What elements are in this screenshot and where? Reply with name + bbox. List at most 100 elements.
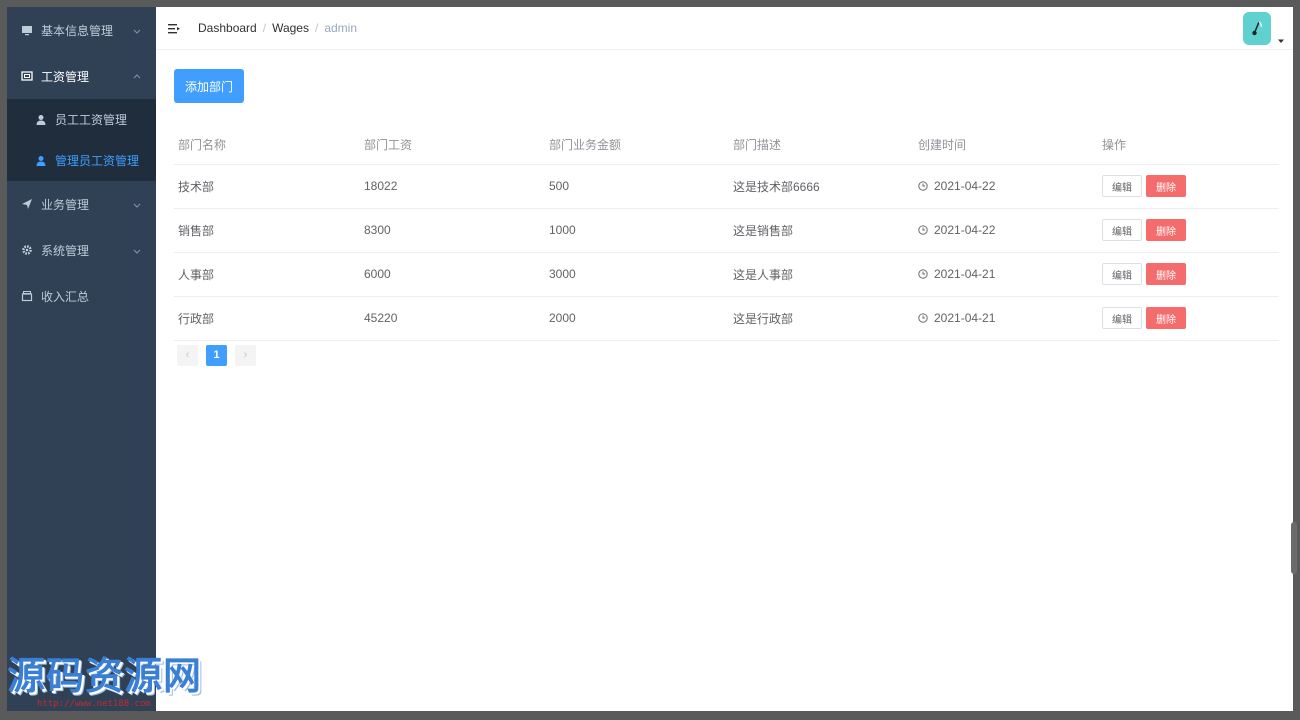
navbar: Dashboard / Wages / admin [156, 7, 1293, 50]
column-header: 部门业务金额 [545, 125, 729, 165]
sidebar-item-label: 业务管理 [41, 197, 90, 212]
clock-icon [918, 224, 928, 235]
prev-page-button[interactable]: ‹ [177, 344, 198, 366]
breadcrumb-wages[interactable]: Wages [272, 21, 309, 35]
sidebar-item-business[interactable]: 业务管理 [7, 181, 156, 227]
chevron-up-icon [132, 71, 142, 81]
sidebar-item-admin-wages[interactable]: 管理员工资管理 [7, 140, 156, 181]
delete-button[interactable]: 删除 [1146, 263, 1186, 285]
cell-actions: 编辑 删除 [1098, 296, 1279, 341]
cell-date: 2021-04-21 [914, 296, 1098, 341]
edit-button[interactable]: 编辑 [1102, 307, 1142, 329]
breadcrumb-admin: admin [324, 21, 357, 35]
breadcrumb-dashboard[interactable]: Dashboard [198, 21, 257, 35]
cell-wage: 45220 [360, 296, 545, 341]
column-header: 创建时间 [914, 125, 1098, 165]
pagination: ‹ 1 › [177, 344, 1279, 366]
column-header: 部门描述 [729, 125, 914, 165]
avatar-icon [1252, 21, 1262, 35]
hamburger-icon[interactable] [168, 22, 180, 34]
chevron-down-icon [132, 25, 142, 35]
app-window: 基本信息管理 工资管理 员工工资管理 管理员工资管理 业务管理 系统管理 收入汇… [7, 7, 1297, 711]
page-content: 添加部门 部门名称 部门工资 部门业务金额 部门描述 创建时间 操作 技术部 1… [156, 50, 1293, 366]
cell-actions: 编辑 删除 [1098, 252, 1279, 297]
cell-name: 人事部 [174, 252, 360, 297]
cell-actions: 编辑 删除 [1098, 164, 1279, 209]
edit-button[interactable]: 编辑 [1102, 175, 1142, 197]
column-header: 操作 [1098, 125, 1279, 165]
cell-wage: 8300 [360, 208, 545, 253]
cell-wage: 6000 [360, 252, 545, 297]
sidebar-item-label: 收入汇总 [41, 289, 90, 304]
watermark-url: http://www.net188.com [37, 699, 151, 709]
cell-amount: 1000 [545, 208, 729, 253]
cell-desc: 这是技术部6666 [729, 164, 914, 209]
cell-wage: 18022 [360, 164, 545, 209]
delete-button[interactable]: 删除 [1146, 175, 1186, 197]
table-row: 技术部 18022 500 这是技术部6666 2021-04-22 编辑 删除 [174, 164, 1279, 209]
sidebar-item-income-summary[interactable]: 收入汇总 [7, 273, 156, 319]
submenu-wages: 员工工资管理 管理员工资管理 [7, 99, 156, 181]
department-table: 部门名称 部门工资 部门业务金额 部门描述 创建时间 操作 技术部 18022 … [174, 125, 1279, 341]
sidebar-item-label: 员工工资管理 [55, 113, 128, 127]
date-text: 2021-04-21 [934, 267, 996, 281]
date-text: 2021-04-22 [934, 179, 996, 193]
cell-desc: 这是行政部 [729, 296, 914, 341]
table-row: 人事部 6000 3000 这是人事部 2021-04-21 编辑 删除 [174, 252, 1279, 297]
box-icon [21, 290, 33, 302]
delete-button[interactable]: 删除 [1146, 307, 1186, 329]
sidebar-item-system[interactable]: 系统管理 [7, 227, 156, 273]
watermark-text: 源码资源网 [7, 654, 203, 698]
edit-button[interactable]: 编辑 [1102, 219, 1142, 241]
cell-date: 2021-04-22 [914, 164, 1098, 209]
column-header: 部门工资 [360, 125, 545, 165]
user-icon [35, 155, 47, 167]
cell-name: 技术部 [174, 164, 360, 209]
table-header-row: 部门名称 部门工资 部门业务金额 部门描述 创建时间 操作 [174, 125, 1279, 165]
cell-name: 行政部 [174, 296, 360, 341]
add-department-button[interactable]: 添加部门 [174, 69, 244, 103]
sidebar-item-wages[interactable]: 工资管理 [7, 53, 156, 99]
main-area: Dashboard / Wages / admin 添加部门 部门名称 部门工资 [156, 7, 1297, 711]
cell-amount: 500 [545, 164, 729, 209]
breadcrumb: Dashboard / Wages / admin [198, 21, 357, 35]
sidebar: 基本信息管理 工资管理 员工工资管理 管理员工资管理 业务管理 系统管理 收入汇… [7, 7, 156, 711]
caret-down-icon[interactable] [1278, 31, 1284, 43]
sidebar-item-basic-info[interactable]: 基本信息管理 [7, 7, 156, 53]
sidebar-item-label: 系统管理 [41, 243, 90, 258]
page-number-button[interactable]: 1 [206, 344, 227, 366]
edit-button[interactable]: 编辑 [1102, 263, 1142, 285]
watermark: 源码资源网 http://www.net188.com [7, 654, 205, 714]
clock-icon [918, 180, 928, 191]
avatar[interactable] [1243, 12, 1271, 45]
column-header: 部门名称 [174, 125, 360, 165]
table-row: 销售部 8300 1000 这是销售部 2021-04-22 编辑 删除 [174, 208, 1279, 253]
next-page-button[interactable]: › [235, 344, 256, 366]
cell-desc: 这是人事部 [729, 252, 914, 297]
sidebar-item-label: 基本信息管理 [41, 23, 114, 38]
cell-amount: 2000 [545, 296, 729, 341]
chevron-down-icon [132, 245, 142, 255]
wallet-icon [21, 70, 33, 82]
monitor-icon [21, 24, 33, 36]
sidebar-item-label: 工资管理 [41, 69, 90, 84]
side-drawer-handle[interactable] [1291, 522, 1297, 574]
cell-name: 销售部 [174, 208, 360, 253]
date-text: 2021-04-21 [934, 311, 996, 325]
send-icon [21, 198, 33, 210]
cell-actions: 编辑 删除 [1098, 208, 1279, 253]
clock-icon [918, 268, 928, 279]
sidebar-item-label: 管理员工资管理 [55, 154, 140, 168]
sidebar-item-employee-wages[interactable]: 员工工资管理 [7, 99, 156, 140]
cell-amount: 3000 [545, 252, 729, 297]
clock-icon [918, 312, 928, 323]
cell-date: 2021-04-21 [914, 252, 1098, 297]
table-row: 行政部 45220 2000 这是行政部 2021-04-21 编辑 删除 [174, 296, 1279, 341]
breadcrumb-separator: / [262, 21, 267, 35]
date-text: 2021-04-22 [934, 223, 996, 237]
breadcrumb-separator: / [314, 21, 319, 35]
cell-date: 2021-04-22 [914, 208, 1098, 253]
cell-desc: 这是销售部 [729, 208, 914, 253]
gear-icon [21, 244, 33, 256]
delete-button[interactable]: 删除 [1146, 219, 1186, 241]
